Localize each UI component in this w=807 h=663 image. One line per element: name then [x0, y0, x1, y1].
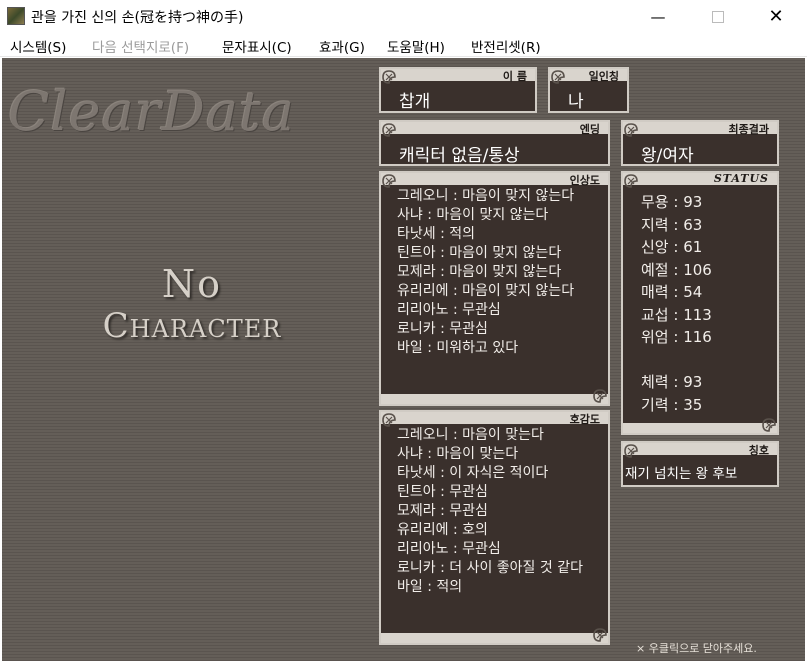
impression-label: 인상도 [569, 174, 600, 187]
maximize-button[interactable] [695, 0, 741, 33]
portrait-line-1: No [161, 262, 223, 306]
celtic-knot-icon [382, 123, 396, 137]
list-item: 사냐 : 마음이 맞지 않는다 [397, 207, 549, 223]
list-item: 사냐 : 마음이 맞는다 [397, 446, 519, 462]
list-item: 로니카 : 더 사이 좋아질 것 같다 [397, 560, 583, 576]
stat-item: 신앙 : 61 [641, 238, 703, 256]
stat-item: 위엄 : 116 [641, 328, 712, 346]
stat-item: 지력 : 63 [641, 215, 703, 234]
clear-data-screen[interactable]: ClearData No Character 이 름 찹개 일인칭 나 엔딩 캐… [2, 58, 805, 661]
affection-label: 호감도 [569, 413, 600, 426]
menu-effects[interactable]: 효과(G) [319, 36, 365, 56]
list-item: 모제라 : 마음이 맞지 않는다 [397, 264, 562, 280]
final-result-panel: 최종결과 왕/여자 [621, 120, 779, 166]
celtic-knot-icon [382, 70, 396, 84]
list-item: 모제라 : 무관심 [397, 503, 488, 519]
name-label: 이 름 [502, 70, 527, 83]
ending-panel: 엔딩 캐릭터 없음/통상 [379, 120, 610, 166]
close-icon: ✕ [768, 6, 784, 27]
portrait-placeholder: No Character [87, 262, 297, 346]
celtic-knot-icon [382, 174, 396, 188]
list-item: 그레오니 : 마음이 맞는다 [397, 427, 544, 443]
name-panel: 이 름 찹개 [379, 67, 537, 113]
stat-item: 무용 : 93 [641, 193, 703, 211]
stat-item: 매력 : 54 [641, 283, 703, 301]
impression-panel: 인상도 그레오니 : 마음이 맞지 않는다 사냐 : 마음이 맞지 않는다 타낫… [379, 171, 610, 406]
stat-item: 체력 : 93 [641, 373, 703, 391]
list-item: 유리리에 : 호의 [397, 522, 488, 538]
celtic-knot-icon [624, 444, 638, 458]
minimize-button[interactable]: — [635, 0, 681, 33]
pronoun-value: 나 [568, 92, 584, 112]
affection-list: 그레오니 : 마음이 맞는다 사냐 : 마음이 맞는다 타낫세 : 이 자식은 … [397, 426, 583, 597]
pronoun-panel: 일인칭 나 [548, 67, 629, 113]
ending-value: 캐릭터 없음/통상 [399, 146, 520, 166]
stat-item-spacer [641, 349, 712, 372]
list-item: 리리아노 : 무관심 [397, 541, 501, 557]
menu-next-choice[interactable]: 다음 선택지로(F) [92, 36, 189, 56]
list-item: 로니카 : 무관심 [397, 321, 488, 337]
menu-text-display[interactable]: 문자표시(C) [222, 36, 292, 56]
celtic-knot-icon [551, 70, 565, 84]
list-item: 그레오니 : 마음이 맞지 않는다 [397, 188, 575, 204]
portrait-line-2: Character [102, 305, 282, 346]
list-item: 리리아노 : 무관심 [397, 302, 501, 318]
window-title: 관을 가진 신의 손(冠を持つ神の手) [31, 10, 244, 26]
status-list: 무용 : 93 지력 : 63 신앙 : 61 예절 : 106 매력 : 54… [641, 191, 712, 416]
clear-data-logo: ClearData [8, 80, 295, 143]
list-item: 바일 : 미워하고 있다 [397, 340, 519, 356]
list-item: 유리리에 : 마음이 맞지 않는다 [397, 283, 575, 299]
stat-item: 교섭 : 113 [641, 305, 712, 324]
final-result-label: 최종결과 [728, 123, 769, 136]
list-item: 타낫세 : 적의 [397, 226, 476, 242]
celtic-knot-icon [593, 628, 607, 642]
affection-panel: 호감도 그레오니 : 마음이 맞는다 사냐 : 마음이 맞는다 타낫세 : 이 … [379, 410, 610, 645]
maximize-icon [712, 10, 724, 23]
status-label: STATUS [713, 172, 769, 185]
status-panel: STATUS 무용 : 93 지력 : 63 신앙 : 61 예절 : 106 … [621, 171, 779, 435]
impression-list: 그레오니 : 마음이 맞지 않는다 사냐 : 마음이 맞지 않는다 타낫세 : … [397, 187, 574, 358]
celtic-knot-icon [382, 413, 396, 427]
list-item: 틴트아 : 마음이 맞지 않는다 [397, 245, 562, 261]
menu-reverse-reset[interactable]: 반전리셋(R) [471, 36, 541, 56]
stat-item: 기력 : 35 [641, 395, 703, 414]
title-bar: 관을 가진 신의 손(冠を持つ神の手) — ✕ [0, 0, 807, 33]
menu-bar: 시스템(S) 다음 선택지로(F) 문자표시(C) 효과(G) 도움말(H) 반… [0, 33, 807, 57]
ending-label: 엔딩 [579, 123, 600, 136]
celtic-knot-icon [624, 174, 638, 188]
stat-item: 예절 : 106 [641, 260, 712, 279]
menu-help[interactable]: 도움말(H) [387, 36, 445, 56]
name-value: 찹개 [399, 92, 431, 112]
celtic-knot-icon [624, 123, 638, 137]
minimize-icon: — [650, 7, 666, 26]
app-icon[interactable] [7, 7, 25, 25]
celtic-knot-icon [762, 418, 776, 432]
list-item: 바일 : 적의 [397, 579, 463, 595]
title-panel: 칭호 재기 넘치는 왕 후보 [621, 441, 779, 487]
close-hint: × 우클릭으로 닫아주세요. [636, 642, 757, 655]
final-result-value: 왕/여자 [641, 146, 694, 166]
list-item: 타낫세 : 이 자식은 적이다 [397, 465, 549, 481]
title-label: 칭호 [748, 444, 769, 457]
menu-system[interactable]: 시스템(S) [10, 36, 66, 56]
list-item: 틴트아 : 무관심 [397, 484, 488, 500]
title-value: 재기 넘치는 왕 후보 [625, 466, 738, 482]
close-button[interactable]: ✕ [753, 0, 799, 33]
pronoun-label: 일인칭 [588, 70, 619, 83]
celtic-knot-icon [593, 389, 607, 403]
